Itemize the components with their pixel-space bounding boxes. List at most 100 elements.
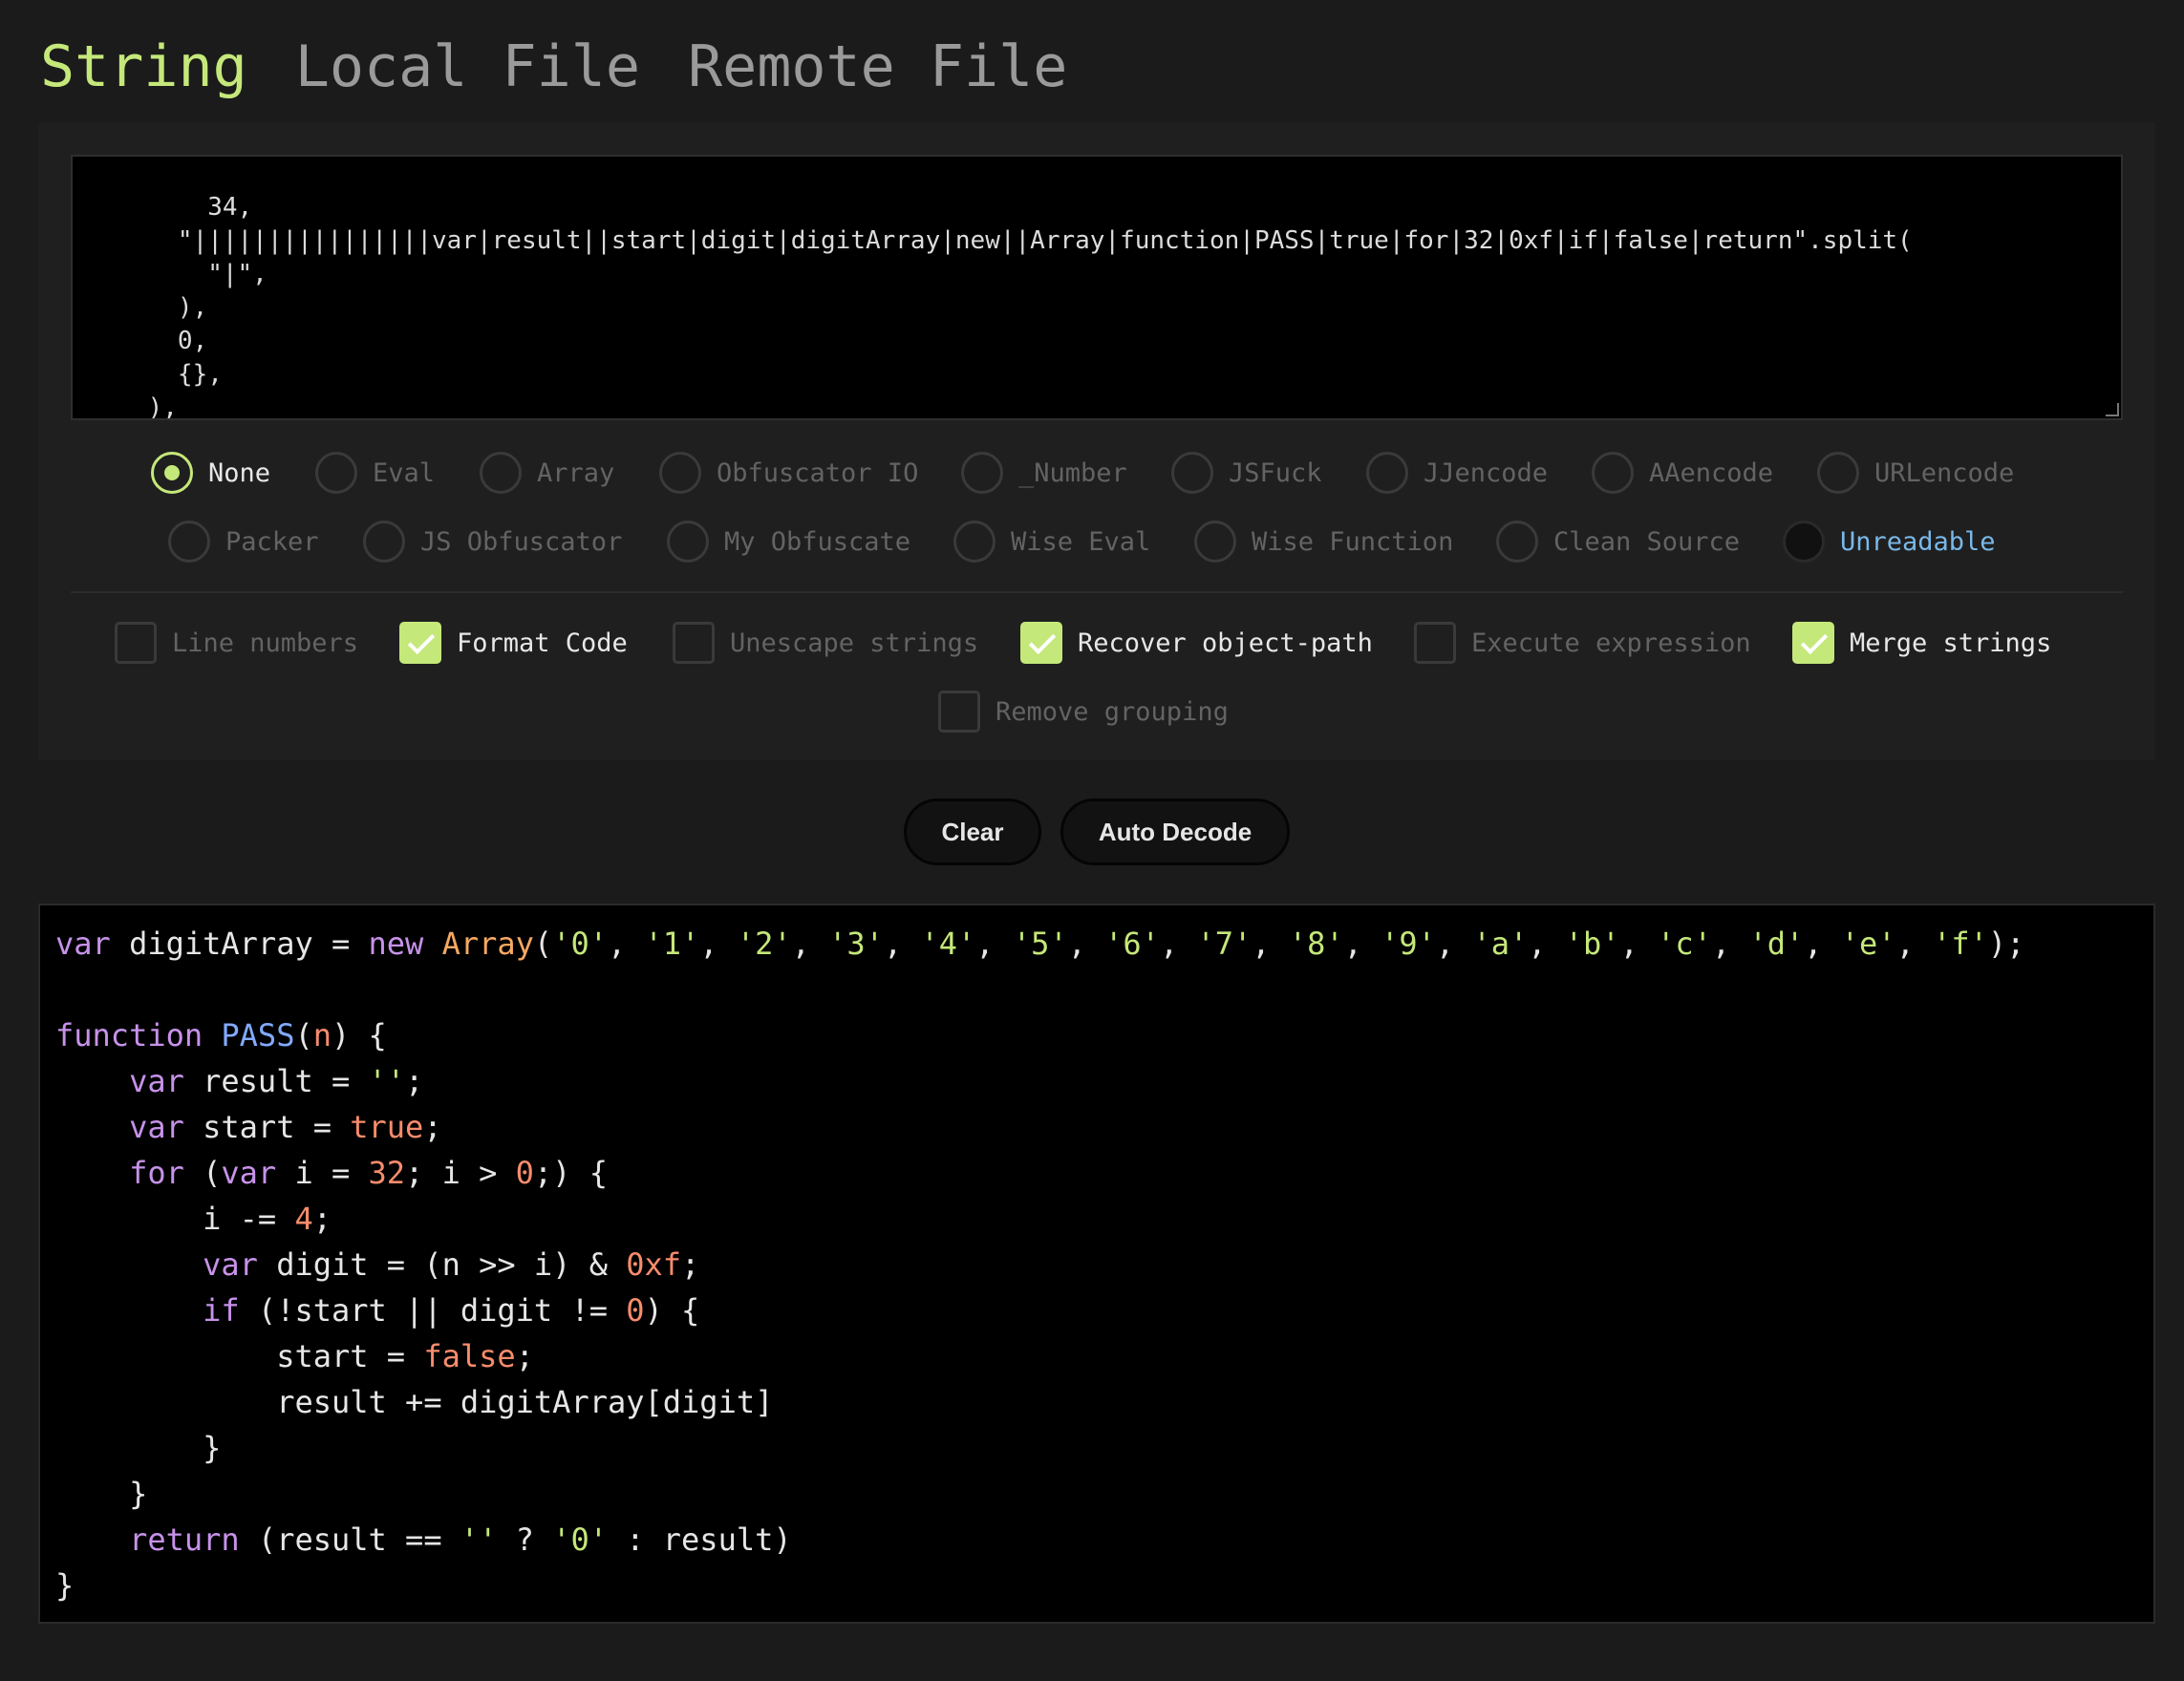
option-unescape-strings[interactable]: Unescape strings bbox=[673, 622, 978, 664]
decoder-clean-source[interactable]: Clean Source bbox=[1496, 521, 1740, 563]
decoder-urlencode[interactable]: URLencode bbox=[1817, 452, 2014, 494]
option-remove-grouping[interactable]: Remove grouping bbox=[938, 691, 1229, 733]
radio-icon bbox=[953, 521, 996, 563]
code-token: var bbox=[55, 926, 111, 962]
radio-icon bbox=[315, 452, 357, 494]
code-token: , bbox=[607, 926, 645, 962]
option-line-numbers[interactable]: Line numbers bbox=[115, 622, 358, 664]
clear-button[interactable]: Clear bbox=[904, 798, 1041, 865]
decoder-eval[interactable]: Eval bbox=[315, 452, 435, 494]
code-token: , bbox=[791, 926, 829, 962]
code-token: true bbox=[350, 1109, 424, 1145]
radio-icon bbox=[1592, 452, 1634, 494]
code-token: ; bbox=[405, 1063, 424, 1099]
radio-icon bbox=[363, 521, 405, 563]
code-token: ? bbox=[497, 1521, 553, 1558]
decoder-none[interactable]: None bbox=[151, 452, 270, 494]
code-token: ( bbox=[183, 1155, 222, 1191]
tab-local-file[interactable]: Local File bbox=[295, 29, 640, 105]
code-token: ;) { bbox=[533, 1155, 608, 1191]
tab-remote-file[interactable]: Remote File bbox=[688, 29, 1067, 105]
option-format-code[interactable]: Format Code bbox=[399, 622, 628, 664]
code-token: '4' bbox=[920, 926, 976, 962]
checkbox-icon bbox=[115, 622, 157, 664]
code-token: } bbox=[55, 1567, 75, 1604]
radio-icon bbox=[1783, 521, 1825, 563]
checkbox-icon bbox=[938, 691, 980, 733]
code-token: (result == bbox=[239, 1521, 460, 1558]
decoder-number[interactable]: _Number bbox=[961, 452, 1127, 494]
option-execute-expression[interactable]: Execute expression bbox=[1414, 622, 1751, 664]
code-token: ); bbox=[1987, 926, 2025, 962]
decoder-wise-function[interactable]: Wise Function bbox=[1194, 521, 1453, 563]
code-token: ; i > bbox=[405, 1155, 516, 1191]
code-token: '' bbox=[460, 1521, 498, 1558]
decoder-jsfuck[interactable]: JSFuck bbox=[1171, 452, 1322, 494]
code-token: , bbox=[1619, 926, 1658, 962]
code-token: ; bbox=[681, 1246, 700, 1283]
code-token: function bbox=[55, 1017, 203, 1053]
code-token: ; bbox=[423, 1109, 442, 1145]
decoder-array[interactable]: Array bbox=[480, 452, 614, 494]
radio-icon bbox=[1194, 521, 1236, 563]
resize-handle-icon[interactable] bbox=[2106, 403, 2119, 416]
code-token: var bbox=[221, 1155, 277, 1191]
checkmark-icon bbox=[399, 622, 441, 664]
code-token: '1' bbox=[644, 926, 700, 962]
decoder-aaencode[interactable]: AAencode bbox=[1592, 452, 1773, 494]
auto-decode-button[interactable]: Auto Decode bbox=[1060, 798, 1290, 865]
code-token: 'd' bbox=[1748, 926, 1805, 962]
code-line: for (var i = 32; i > 0;) { bbox=[55, 1150, 2153, 1196]
decoder-my-obfuscate[interactable]: My Obfuscate bbox=[667, 521, 910, 563]
code-token: , bbox=[1343, 926, 1381, 962]
code-token: for bbox=[129, 1155, 184, 1191]
code-line: i -= 4; bbox=[55, 1196, 2153, 1242]
decoder-packer[interactable]: Packer bbox=[168, 521, 319, 563]
code-token: '' bbox=[368, 1063, 406, 1099]
code-token: result += digitArray[digit] bbox=[55, 1384, 774, 1420]
checkmark-icon bbox=[1020, 622, 1062, 664]
code-token: '0' bbox=[552, 926, 608, 962]
radio-icon bbox=[168, 521, 210, 563]
code-token: 32 bbox=[368, 1155, 406, 1191]
option-merge-strings[interactable]: Merge strings bbox=[1792, 622, 2051, 664]
code-token: , bbox=[1804, 926, 1841, 962]
code-token: , bbox=[1528, 926, 1565, 962]
code-token: ; bbox=[312, 1201, 332, 1237]
source-input[interactable]: 34, "||||||||||||||||var|result||start|d… bbox=[71, 155, 2123, 420]
code-token: , bbox=[699, 926, 737, 962]
code-token: , bbox=[1711, 926, 1749, 962]
code-token: new bbox=[368, 926, 424, 962]
decoder-jjencode[interactable]: JJencode bbox=[1366, 452, 1548, 494]
code-token: 'f' bbox=[1933, 926, 1988, 962]
code-token: digitArray = bbox=[110, 926, 369, 962]
code-line: var digit = (n >> i) & 0xf; bbox=[55, 1242, 2153, 1287]
code-token: '8' bbox=[1288, 926, 1344, 962]
tab-string[interactable]: String bbox=[40, 29, 247, 105]
code-line: } bbox=[55, 1563, 2153, 1608]
code-token: ) { bbox=[644, 1292, 700, 1329]
code-token: '3' bbox=[828, 926, 884, 962]
decoded-output[interactable]: var digitArray = new Array('0', '1', '2'… bbox=[38, 904, 2155, 1624]
code-token: '2' bbox=[736, 926, 792, 962]
code-token: , bbox=[883, 926, 921, 962]
code-token: i = bbox=[276, 1155, 369, 1191]
code-token: Array bbox=[441, 926, 534, 962]
decoder-unreadable[interactable]: Unreadable bbox=[1783, 521, 1996, 563]
radio-icon bbox=[961, 452, 1003, 494]
code-token: ( bbox=[533, 926, 553, 962]
decoder-wise-eval[interactable]: Wise Eval bbox=[953, 521, 1150, 563]
decoder-js-obfuscator[interactable]: JS Obfuscator bbox=[363, 521, 622, 563]
option-recover-object-path[interactable]: Recover object-path bbox=[1020, 622, 1373, 664]
code-line: start = false; bbox=[55, 1333, 2153, 1379]
code-token: '7' bbox=[1196, 926, 1253, 962]
code-token: start = bbox=[183, 1109, 351, 1145]
decoder-obfuscator-io[interactable]: Obfuscator IO bbox=[659, 452, 918, 494]
